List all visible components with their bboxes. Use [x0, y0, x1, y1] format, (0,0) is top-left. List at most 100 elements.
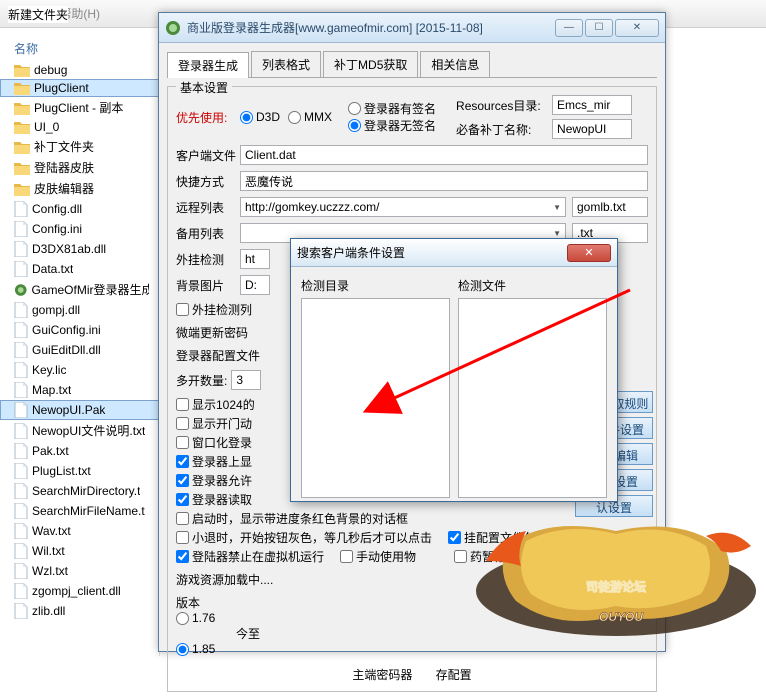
tree-item[interactable]: PlugClient - 副本 [0, 97, 159, 118]
tree-item[interactable]: GuiEditDll.dll [0, 340, 159, 360]
tree-item[interactable]: Config.ini [0, 219, 159, 239]
tree-item-label: 登陆器皮肤 [34, 159, 94, 176]
tree-item[interactable]: 登陆器皮肤 [0, 157, 159, 178]
tree-item[interactable]: Map.txt [0, 380, 159, 400]
tree-item[interactable]: GameOfMir登录器生成 [0, 279, 159, 300]
tree-item[interactable]: Key.lic [0, 360, 159, 380]
search-client-dialog: 搜索客户端条件设置 ✕ 检测目录 检测文件 [290, 238, 618, 502]
bg-image-input[interactable] [240, 275, 270, 295]
file-icon [14, 342, 28, 358]
tree-item[interactable]: Config.dll [0, 199, 159, 219]
close-button[interactable]: ✕ [615, 19, 659, 37]
radio-mmx[interactable]: MMX [288, 110, 332, 124]
file-icon [14, 463, 28, 479]
remote-list-dropdown[interactable]: http://gomkey.uczzz.com/▼ [240, 197, 566, 217]
tree-item[interactable]: zgompj_client.dll [0, 581, 159, 601]
titlebar[interactable]: 商业版登录器生成器[www.gameofmir.com] [2015-11-08… [159, 13, 665, 43]
tree-item-label: Key.lic [32, 363, 66, 377]
minimize-button[interactable]: — [555, 19, 583, 37]
radio-v176[interactable]: 1.76 [176, 611, 640, 625]
tree-item-label: Wav.txt [32, 524, 71, 538]
radio-v185[interactable]: 1.85 [176, 642, 640, 656]
tree-item-label: UI_0 [34, 120, 59, 134]
tree-item[interactable]: Wzl.txt [0, 561, 159, 581]
tree-item[interactable]: zlib.dll [0, 601, 159, 621]
file-icon [14, 302, 28, 318]
bg-image-label: 背景图片 [176, 277, 240, 294]
tabs: 登录器生成 列表格式 补丁MD5获取 相关信息 [167, 51, 657, 78]
cb-gray-btn[interactable]: 小退时，开始按钮灰色，等几秒后才可以点击 [176, 529, 432, 546]
radio-unsigned[interactable]: 登录器无签名 [348, 117, 436, 134]
tree-item[interactable]: PlugList.txt [0, 461, 159, 481]
tree-item-label: Wil.txt [32, 544, 65, 558]
tree-item-label: 皮肤编辑器 [34, 180, 94, 197]
tree-item[interactable]: GuiConfig.ini [0, 320, 159, 340]
file-icon [14, 201, 28, 217]
tree-item[interactable]: SearchMirDirectory.t [0, 481, 159, 501]
cb-pause-med[interactable]: 药暂停 [454, 548, 506, 565]
radio-signed[interactable]: 登录器有签名 [348, 100, 436, 117]
tree-item[interactable]: PlugClient [0, 79, 159, 97]
tree-item[interactable]: debug [0, 61, 159, 79]
file-icon [14, 483, 28, 499]
cb-server-cfg[interactable]: 挂配置文件包含服务器名称 [448, 529, 608, 546]
cb-progress[interactable]: 启动时，显示带进度条红色背景的对话框 [176, 510, 640, 527]
tree-item-label: Map.txt [32, 383, 71, 397]
group-title: 基本设置 [176, 79, 232, 96]
tree-item-label: NewopUI.Pak [32, 403, 105, 417]
priority-label: 优先使用: [176, 109, 240, 126]
plugin-check-input[interactable] [240, 249, 270, 269]
tree-item[interactable]: Wav.txt [0, 521, 159, 541]
dialog-close-button[interactable]: ✕ [567, 244, 611, 262]
file-icon [14, 423, 28, 439]
cb-manual-item[interactable]: 手动使用物 [340, 548, 416, 565]
file-icon [14, 221, 28, 237]
new-folder-label[interactable]: 新建文件夹 [8, 6, 68, 23]
tree-item-label: GuiConfig.ini [32, 323, 101, 337]
tree-item[interactable]: NewopUI文件说明.txt [0, 420, 159, 441]
tree-item[interactable]: D3DX81ab.dll [0, 239, 159, 259]
radio-d3d[interactable]: D3D [240, 110, 280, 124]
multi-open-input[interactable] [231, 370, 261, 390]
tree-item-label: PlugClient - 副本 [34, 99, 123, 116]
file-icon [14, 603, 28, 619]
maximize-button[interactable]: ☐ [585, 19, 613, 37]
res-dir-input[interactable] [552, 95, 632, 115]
folder-icon [14, 81, 30, 95]
tree-item[interactable]: Pak.txt [0, 441, 159, 461]
tree-item-label: Config.ini [32, 222, 82, 236]
bottom-text2: 存配置 [436, 668, 472, 682]
cb-plugin-list[interactable]: 外挂检测列 [176, 301, 252, 318]
tree-item[interactable]: 皮肤编辑器 [0, 178, 159, 199]
tab-info[interactable]: 相关信息 [420, 51, 490, 77]
file-icon [14, 382, 28, 398]
folder-icon [14, 161, 30, 175]
tree-item[interactable]: UI_0 [0, 118, 159, 136]
dialog-titlebar[interactable]: 搜索客户端条件设置 ✕ [291, 239, 617, 267]
tree-item-label: zlib.dll [32, 604, 65, 618]
tree-item-label: GuiEditDll.dll [32, 343, 101, 357]
micro-pwd-label: 微端更新密码 [176, 324, 248, 341]
client-file-input[interactable] [240, 145, 648, 165]
exe-icon [14, 282, 27, 298]
cb-no-vm[interactable]: 登陆器禁止在虚拟机运行 [176, 548, 324, 565]
tree-header-name[interactable]: 名称 [0, 36, 159, 61]
remote-list-file-input[interactable] [572, 197, 648, 217]
tree-item[interactable]: gompj.dll [0, 300, 159, 320]
patch-name-input[interactable] [552, 119, 632, 139]
tab-list-format[interactable]: 列表格式 [251, 51, 321, 77]
panel-check-dir-label: 检测目录 [301, 277, 450, 294]
patch-name-label: 必备补丁名称: [456, 121, 552, 138]
tab-generate[interactable]: 登录器生成 [167, 52, 249, 78]
multi-open-label: 多开数量: [176, 372, 227, 389]
tree-item[interactable]: Data.txt [0, 259, 159, 279]
tree-item[interactable]: Wil.txt [0, 541, 159, 561]
tree-item[interactable]: SearchMirFileName.t [0, 501, 159, 521]
tree-item[interactable]: NewopUI.Pak [0, 400, 159, 420]
check-file-listbox[interactable] [458, 298, 607, 498]
check-dir-listbox[interactable] [301, 298, 450, 498]
file-icon [14, 261, 28, 277]
shortcut-input[interactable] [240, 171, 648, 191]
tree-item[interactable]: 补丁文件夹 [0, 136, 159, 157]
tab-patch-md5[interactable]: 补丁MD5获取 [323, 51, 418, 77]
